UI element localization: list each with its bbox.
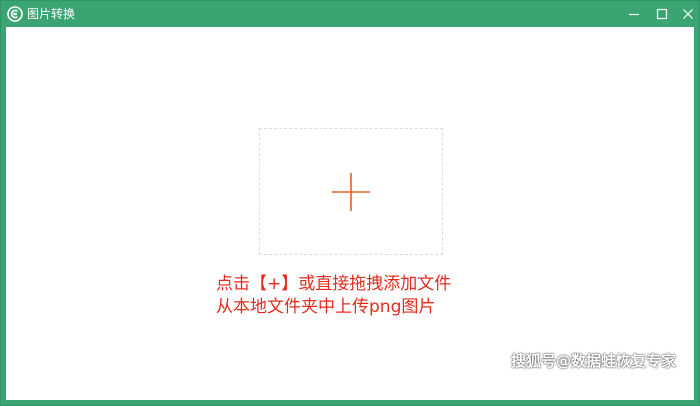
- maximize-icon: [656, 8, 668, 20]
- instruction-line-2: 从本地文件夹中上传png图片: [216, 297, 436, 317]
- minimize-button[interactable]: [623, 4, 645, 24]
- main-content: 点击【+】或直接拖拽添加文件 从本地文件夹中上传png图片: [6, 27, 694, 400]
- close-icon: [683, 9, 693, 19]
- upload-instructions: 点击【+】或直接拖拽添加文件 从本地文件夹中上传png图片: [216, 273, 516, 319]
- minimize-icon: [629, 13, 639, 16]
- plus-icon[interactable]: [331, 172, 371, 212]
- file-drop-zone[interactable]: [259, 128, 443, 255]
- window-title: 图片转换: [27, 7, 76, 21]
- watermark-text: 搜狐号@数据蛙恢复专家: [511, 352, 677, 370]
- app-window: 图片转换 点击【+】或直接拖拽添加文件 从本地文件夹中上传png图片 搜狐号@数…: [0, 0, 700, 406]
- instruction-line-1: 点击【+】或直接拖拽添加文件: [216, 274, 452, 294]
- maximize-button[interactable]: [651, 4, 673, 24]
- title-bar[interactable]: 图片转换: [1, 1, 699, 27]
- app-logo-icon: [7, 6, 23, 22]
- close-button[interactable]: [677, 4, 699, 24]
